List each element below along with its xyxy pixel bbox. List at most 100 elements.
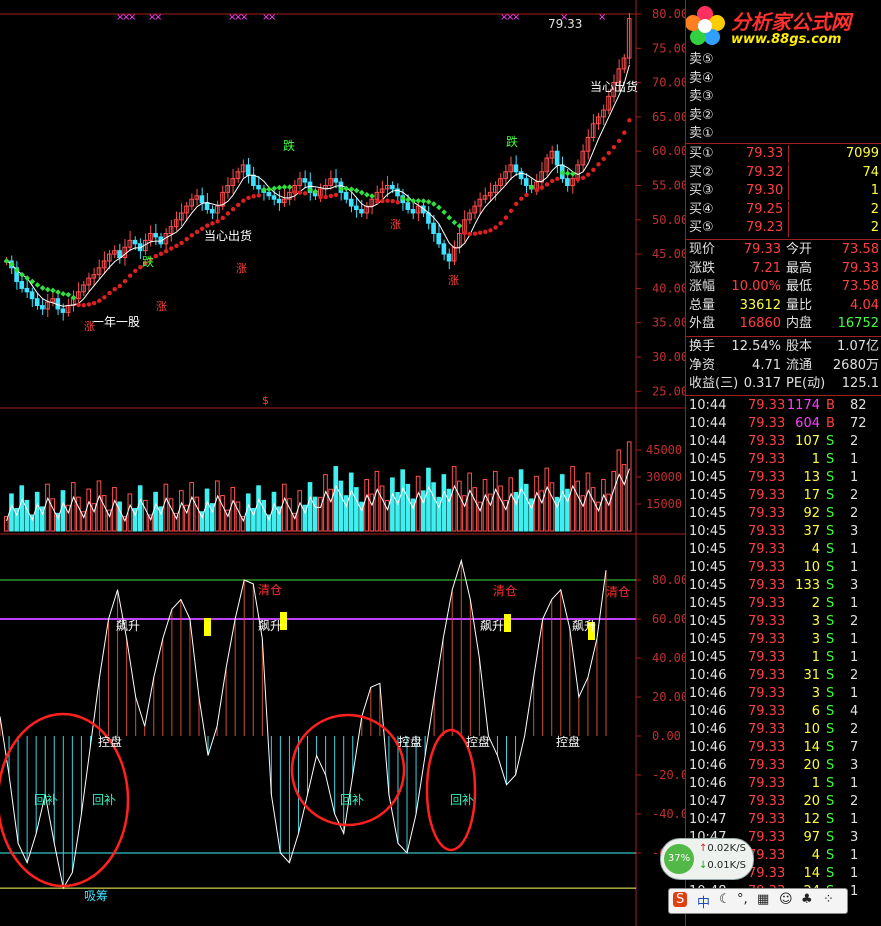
tick-row[interactable]: 10:45 79.33 4 S 1 [686, 541, 881, 559]
buy-order-row[interactable]: 买② 79.32 74 [686, 163, 881, 182]
tick-row[interactable]: 10:44 79.33 604 B 72 [686, 415, 881, 433]
stat-value: 4.71 [752, 357, 781, 373]
price-annotation: 一年一股 [92, 315, 140, 329]
volume-bar [307, 482, 313, 532]
trend-dot-red [498, 220, 503, 226]
sell-order-row[interactable]: 卖① [686, 125, 881, 143]
order-label: 卖② [689, 107, 714, 123]
stat-row[interactable]: 净资 4.71 流通 2680万 [686, 357, 881, 375]
stat-row[interactable]: 涨跌 7.21 最高 79.33 [686, 260, 881, 278]
volume-bar [616, 449, 622, 532]
stat-label: 流通 [786, 357, 813, 373]
candle-body [199, 195, 205, 204]
candle-body [266, 191, 272, 197]
tick-row[interactable]: 10:46 79.33 20 S 3 [686, 757, 881, 775]
punct-icon[interactable]: °, [737, 892, 748, 907]
volume-bar [76, 496, 81, 532]
tick-row[interactable]: 10:45 79.33 13 S 1 [686, 469, 881, 487]
grid-icon[interactable]: ⁘ [823, 892, 834, 907]
tick-count: 2 [850, 794, 859, 809]
tick-row[interactable]: 10:45 79.33 2 S 1 [686, 595, 881, 613]
trend-dot-green [286, 184, 293, 190]
tick-row[interactable]: 10:46 79.33 3 S 1 [686, 685, 881, 703]
user-icon[interactable]: ☺ [779, 892, 793, 907]
tick-time: 10:45 [689, 560, 727, 575]
volume-bar [153, 491, 158, 532]
tick-row[interactable]: 10:45 79.33 1 S 1 [686, 451, 881, 469]
tick-direction: S [826, 632, 835, 647]
tick-row[interactable]: 10:45 79.33 17 S 2 [686, 487, 881, 505]
tick-row[interactable]: 10:46 79.33 31 S 2 [686, 667, 881, 685]
stat-row[interactable]: 收益(三) 0.317 PE(动) 125.1 [686, 375, 881, 393]
candle-body [354, 205, 359, 211]
shirt-icon[interactable]: ♣ [801, 892, 813, 907]
indicator-axis-label: -20.00 [652, 768, 685, 782]
tick-row[interactable]: 10:47 79.33 20 S 2 [686, 793, 881, 811]
sell-order-row[interactable]: 卖③ [686, 88, 881, 106]
divider [686, 239, 881, 240]
stat-value: 73.58 [841, 279, 879, 295]
tick-row[interactable]: 10:45 79.33 37 S 3 [686, 523, 881, 541]
tick-volume: 13 [803, 470, 820, 485]
tick-row[interactable]: 10:46 79.33 1 S 1 [686, 775, 881, 793]
tick-direction: B [826, 416, 835, 431]
trend-dot-green [39, 285, 46, 291]
buy-order-row[interactable]: 买③ 79.30 1 [686, 182, 881, 201]
chart-area[interactable]: 80.00 75.00 70.00 65.00 60.00 55.00 50.00 45.00… [0, 0, 685, 926]
buy-order-row[interactable]: 买④ 79.25 2 [686, 200, 881, 219]
indicator-axis-label: 20.00 [652, 690, 685, 704]
stat-row[interactable]: 涨幅 10.00% 最低 73.58 [686, 278, 881, 296]
column-divider [788, 145, 789, 163]
order-volume: 7099 [845, 146, 879, 161]
tick-direction: S [826, 542, 835, 557]
volume-bar [534, 475, 539, 532]
keyboard-icon[interactable]: ▦ [757, 892, 769, 907]
stat-label: 现价 [689, 242, 716, 257]
volume-bar [472, 487, 478, 532]
indicator-axis-label: -40.00 [652, 807, 685, 821]
trend-dot-red [220, 215, 225, 221]
sell-order-row[interactable]: 卖⑤ [686, 51, 881, 69]
tick-row[interactable]: 10:44 79.33 107 S 2 [686, 433, 881, 451]
trend-dot-red [302, 191, 308, 196]
trend-dot-green [569, 171, 576, 177]
ime-logo[interactable]: S [673, 892, 688, 907]
tick-row[interactable]: 10:45 79.33 3 S 2 [686, 613, 881, 631]
ime-lang-toggle[interactable]: 中 [697, 892, 710, 911]
tick-row[interactable]: 10:45 79.33 133 S 3 [686, 577, 881, 595]
tick-row[interactable]: 10:45 79.33 10 S 1 [686, 559, 881, 577]
tick-price: 79.33 [748, 416, 786, 431]
ime-toolbar[interactable]: S 中 ☾ °, ▦ ☺ ♣ ⁘ [668, 888, 848, 914]
buy-order-row[interactable]: 买① 79.33 7099 [686, 145, 881, 163]
tick-row[interactable]: 10:46 79.33 14 S 7 [686, 739, 881, 757]
volume-bar [215, 480, 220, 532]
volume-bar [621, 464, 627, 532]
tick-row[interactable]: 10:47 79.33 12 S 1 [686, 811, 881, 829]
tick-time: 10:45 [689, 488, 727, 503]
indicator-annotation: 回补 [34, 793, 58, 807]
stat-row[interactable]: 外盘 16860 内盘 16752 [686, 315, 881, 333]
sell-order-row[interactable]: 卖④ [686, 70, 881, 88]
stat-row[interactable]: 换手 12.54% 股本 1.07亿 [686, 338, 881, 356]
candle-body [29, 291, 35, 300]
buy-order-row[interactable]: 买⑤ 79.23 2 [686, 219, 881, 238]
column-divider [788, 163, 789, 182]
tick-row[interactable]: 10:45 79.33 92 S 2 [686, 505, 881, 523]
sell-order-row[interactable]: 卖② [686, 107, 881, 125]
stat-row[interactable]: 总量 33612 量比 4.04 [686, 297, 881, 315]
stat-row[interactable]: 现价 79.33 今开 73.58 [686, 241, 881, 259]
kline-chart-svg[interactable]: 80.00 75.00 70.00 65.00 60.00 55.00 50.00 45.00… [0, 0, 685, 926]
tick-row[interactable]: 10:46 79.33 10 S 2 [686, 721, 881, 739]
tick-row[interactable]: 10:45 79.33 3 S 1 [686, 631, 881, 649]
stat-label: 外盘 [689, 316, 716, 332]
volume-bar [230, 486, 236, 532]
volume-bar [369, 493, 375, 532]
tick-count: 1 [850, 542, 859, 557]
tick-row[interactable]: 10:46 79.33 6 S 4 [686, 703, 881, 721]
tick-price: 79.33 [748, 866, 786, 881]
tick-row[interactable]: 10:44 79.33 1174 B 82 [686, 397, 881, 415]
tick-row[interactable]: 10:45 79.33 1 S 1 [686, 649, 881, 667]
moon-icon[interactable]: ☾ [719, 892, 731, 907]
trend-dot-green [348, 186, 355, 193]
price-annotation: 涨 [448, 274, 459, 287]
